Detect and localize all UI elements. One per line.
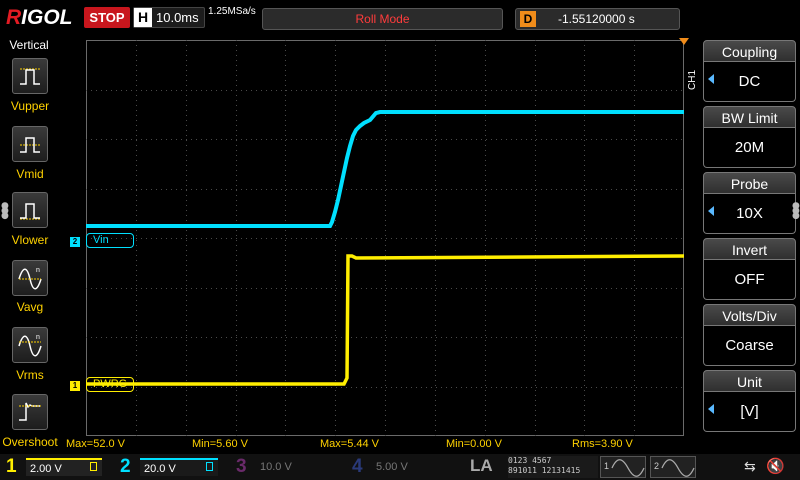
- unit-title: Unit: [703, 370, 796, 392]
- vmid-label: Vmid: [16, 167, 44, 181]
- generator-1-label: 1: [604, 461, 610, 471]
- vlower-button[interactable]: [12, 192, 48, 228]
- generator-2-button[interactable]: 2: [650, 456, 696, 478]
- usb-icon: ⇆: [744, 459, 756, 475]
- overshoot-label: Overshoot: [2, 435, 58, 449]
- vlower-label: Vlower: [11, 233, 49, 247]
- ch2-number: 2: [120, 456, 131, 477]
- ch2-waveform: [86, 110, 684, 228]
- speaker-muted-icon[interactable]: 🔇: [766, 457, 785, 475]
- ch1-coupling-icon: [90, 462, 97, 471]
- ch1-tag[interactable]: PWRG: [86, 377, 134, 392]
- measurement-1[interactable]: Max=52.0 V: [66, 438, 125, 450]
- delay-label: D: [520, 11, 536, 27]
- invert-title: Invert: [703, 238, 796, 260]
- bw-limit-value: 20M: [703, 128, 796, 168]
- sine-wave-icon: [611, 459, 645, 477]
- overshoot-icon: [19, 402, 41, 421]
- la-bits-4-7: 4567: [532, 456, 552, 465]
- ch3-number: 3: [236, 456, 247, 477]
- vrms-button[interactable]: n: [12, 327, 48, 363]
- ch3-status[interactable]: 3 10.0 V: [232, 456, 342, 479]
- ch4-number: 4: [352, 456, 363, 477]
- generator-1-button[interactable]: 1: [600, 456, 646, 478]
- sine-wave-icon: [661, 459, 695, 477]
- measurement-4[interactable]: Min=0.00 V: [446, 438, 502, 450]
- menu-arrow-icon: [708, 74, 714, 84]
- bw-limit-title: BW Limit: [703, 106, 796, 128]
- trigger-delay-indicator[interactable]: D -1.55120000 s: [515, 8, 680, 30]
- ch1-marker[interactable]: 1: [70, 381, 80, 391]
- ch3-scale: 10.0 V: [260, 461, 292, 473]
- measurement-3[interactable]: Max=5.44 V: [320, 438, 379, 450]
- vrms-label: Vrms: [16, 368, 44, 382]
- timebase-indicator[interactable]: H 10.0ms: [133, 7, 205, 28]
- vupper-label: Vupper: [10, 99, 50, 113]
- ch4-status[interactable]: 4 5.00 V: [348, 456, 458, 479]
- coupling-value: DC: [703, 62, 796, 102]
- acquisition-mode[interactable]: Roll Mode: [262, 8, 503, 30]
- volts-div-title: Volts/Div: [703, 304, 796, 326]
- ch1-number: 1: [6, 456, 17, 477]
- ch2-tag[interactable]: Vin: [86, 233, 134, 248]
- invert-value: OFF: [703, 260, 796, 300]
- trigger-position-marker[interactable]: [679, 38, 689, 45]
- vavg-button[interactable]: n: [12, 260, 48, 296]
- unit-value: [V]: [703, 392, 796, 432]
- coupling-menu-item[interactable]: Coupling DC: [703, 40, 796, 102]
- overshoot-button[interactable]: [12, 394, 48, 430]
- waveform-display[interactable]: [86, 40, 684, 436]
- la-bits-0-3: 0123: [508, 456, 528, 465]
- left-panel-scroll-dots[interactable]: ● ● ●: [1, 202, 9, 221]
- measurement-2[interactable]: Min=5.60 V: [192, 438, 248, 450]
- invert-menu-item[interactable]: Invert OFF: [703, 238, 796, 300]
- run-stop-indicator[interactable]: STOP: [84, 7, 130, 28]
- measurement-5[interactable]: Rms=3.90 V: [572, 438, 633, 450]
- unit-menu-item[interactable]: Unit [V]: [703, 370, 796, 432]
- vupper-icon: [20, 68, 40, 85]
- logic-analyzer-channels[interactable]: 0123 4567 891011 12131415: [508, 456, 598, 478]
- menu-arrow-icon: [708, 404, 714, 414]
- vrms-icon: n: [18, 334, 42, 357]
- svg-text:n: n: [36, 267, 40, 274]
- probe-title: Probe: [703, 172, 796, 194]
- vmid-button[interactable]: [12, 126, 48, 162]
- timebase-value: 10.0ms: [156, 10, 199, 25]
- vupper-button[interactable]: [12, 58, 48, 94]
- vlower-icon: [20, 203, 40, 220]
- menu-channel-tag: CH1: [687, 70, 698, 91]
- horizontal-label: H: [134, 8, 152, 27]
- left-menu-title: Vertical: [9, 38, 49, 52]
- ch4-scale: 5.00 V: [376, 461, 408, 473]
- ch2-coupling-icon: [206, 462, 213, 471]
- delay-value: -1.55120000 s: [558, 12, 635, 26]
- ch2-marker[interactable]: 2: [70, 237, 80, 247]
- ch2-status[interactable]: 2 20.0 V: [116, 456, 226, 479]
- coupling-title: Coupling: [703, 40, 796, 62]
- right-panel-scroll-dots[interactable]: ● ● ●: [792, 202, 800, 221]
- svg-text:n: n: [36, 334, 40, 341]
- vavg-icon: n: [18, 267, 42, 290]
- bw-limit-menu-item[interactable]: BW Limit 20M: [703, 106, 796, 168]
- volts-div-value: Coarse: [703, 326, 796, 366]
- volts-div-menu-item[interactable]: Volts/Div Coarse: [703, 304, 796, 366]
- sample-rate: 1.25MSa/s: [208, 6, 256, 17]
- vavg-label: Vavg: [16, 300, 44, 314]
- probe-menu-item[interactable]: Probe 10X: [703, 172, 796, 234]
- vmid-icon: [20, 137, 40, 153]
- la-bits-8-11: 891011: [508, 466, 537, 475]
- ch1-status[interactable]: 1 2.00 V: [0, 456, 112, 479]
- brand-logo: RIGOL: [6, 6, 73, 29]
- generator-2-label: 2: [654, 461, 660, 471]
- graticule: [86, 40, 684, 436]
- logic-analyzer-label[interactable]: LA: [470, 456, 493, 476]
- menu-arrow-icon: [708, 206, 714, 216]
- probe-value: 10X: [703, 194, 796, 234]
- la-bits-12-15: 12131415: [541, 466, 581, 475]
